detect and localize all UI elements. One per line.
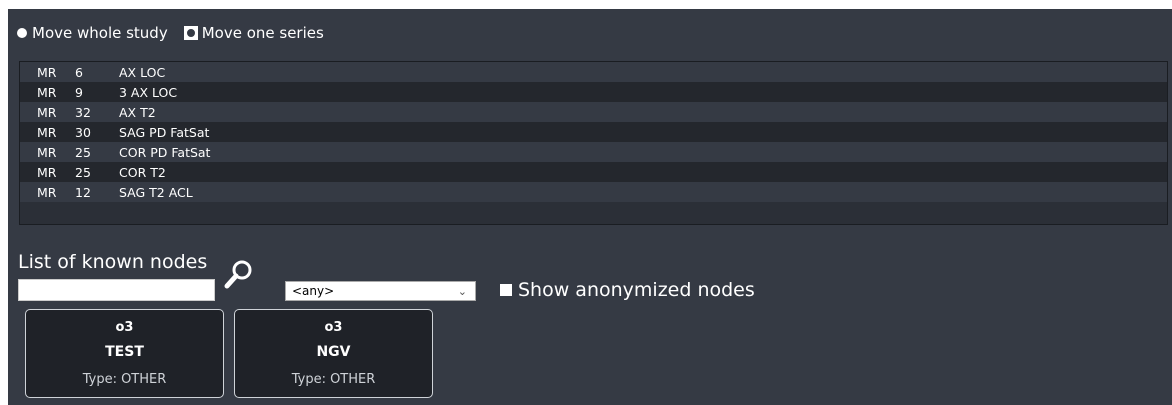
description-cell: AX LOC [119,64,166,80]
node-type: Type: OTHER [82,372,167,387]
node-card[interactable]: o3 TEST Type: OTHER [25,309,224,398]
table-row[interactable]: MR 6 AX LOC [20,62,1167,82]
node-card[interactable]: o3 NGV Type: OTHER [234,309,433,398]
node-ae-title: TEST [105,344,144,360]
modality-cell: MR [37,124,57,140]
radio-selected-icon [183,26,198,40]
table-row[interactable]: MR 32 AX T2 [20,102,1167,122]
table-row[interactable]: MR 30 SAG PD FatSat [20,122,1167,142]
show-anonymized-label: Show anonymized nodes [518,279,755,301]
move-mode-options: Move whole study Move one series [17,22,340,44]
table-row[interactable]: MR 25 COR PD FatSat [20,142,1167,162]
table-row[interactable]: MR 9 3 AX LOC [20,82,1167,102]
node-ae-title: NGV [316,344,351,360]
count-cell: 25 [75,164,91,180]
move-whole-study-radio[interactable]: Move whole study [17,24,168,42]
move-one-series-radio[interactable]: Move one series [183,24,324,42]
modality-cell: MR [37,64,57,80]
modality-cell: MR [37,164,57,180]
known-nodes-title: List of known nodes [18,251,208,273]
modality-cell: MR [37,144,57,160]
magnifier-icon[interactable] [221,257,257,293]
count-cell: 25 [75,144,91,160]
count-cell: 32 [75,104,91,120]
description-cell: SAG T2 ACL [119,184,193,200]
chevron-down-icon: ⌄ [457,285,467,298]
show-anonymized-checkbox[interactable]: Show anonymized nodes [500,279,755,301]
count-cell: 30 [75,124,91,140]
modality-cell: MR [37,184,57,200]
filter-selected-value: <any> [292,284,335,298]
node-type-filter-select[interactable]: <any> ⌄ [285,281,476,301]
description-cell: COR PD FatSat [119,144,211,160]
description-cell: COR T2 [119,164,166,180]
table-row[interactable]: MR 12 SAG T2 ACL [20,182,1167,202]
description-cell: SAG PD FatSat [119,124,210,140]
modality-cell: MR [37,104,57,120]
count-cell: 6 [75,64,83,80]
table-row[interactable]: MR 25 COR T2 [20,162,1167,182]
count-cell: 9 [75,84,83,100]
radio-dot-icon [17,28,27,38]
node-type: Type: OTHER [291,372,376,387]
move-one-series-label: Move one series [201,24,324,42]
description-cell: AX T2 [119,104,156,120]
description-cell: 3 AX LOC [119,84,178,100]
node-name: o3 [115,320,134,335]
node-search-input[interactable] [18,279,215,301]
modality-cell: MR [37,84,57,100]
series-table: MR 6 AX LOC MR 9 3 AX LOC MR 32 AX T2 MR… [19,61,1168,225]
node-name: o3 [324,320,343,335]
checkbox-icon [500,284,512,296]
move-whole-study-label: Move whole study [32,24,168,42]
count-cell: 12 [75,184,91,200]
